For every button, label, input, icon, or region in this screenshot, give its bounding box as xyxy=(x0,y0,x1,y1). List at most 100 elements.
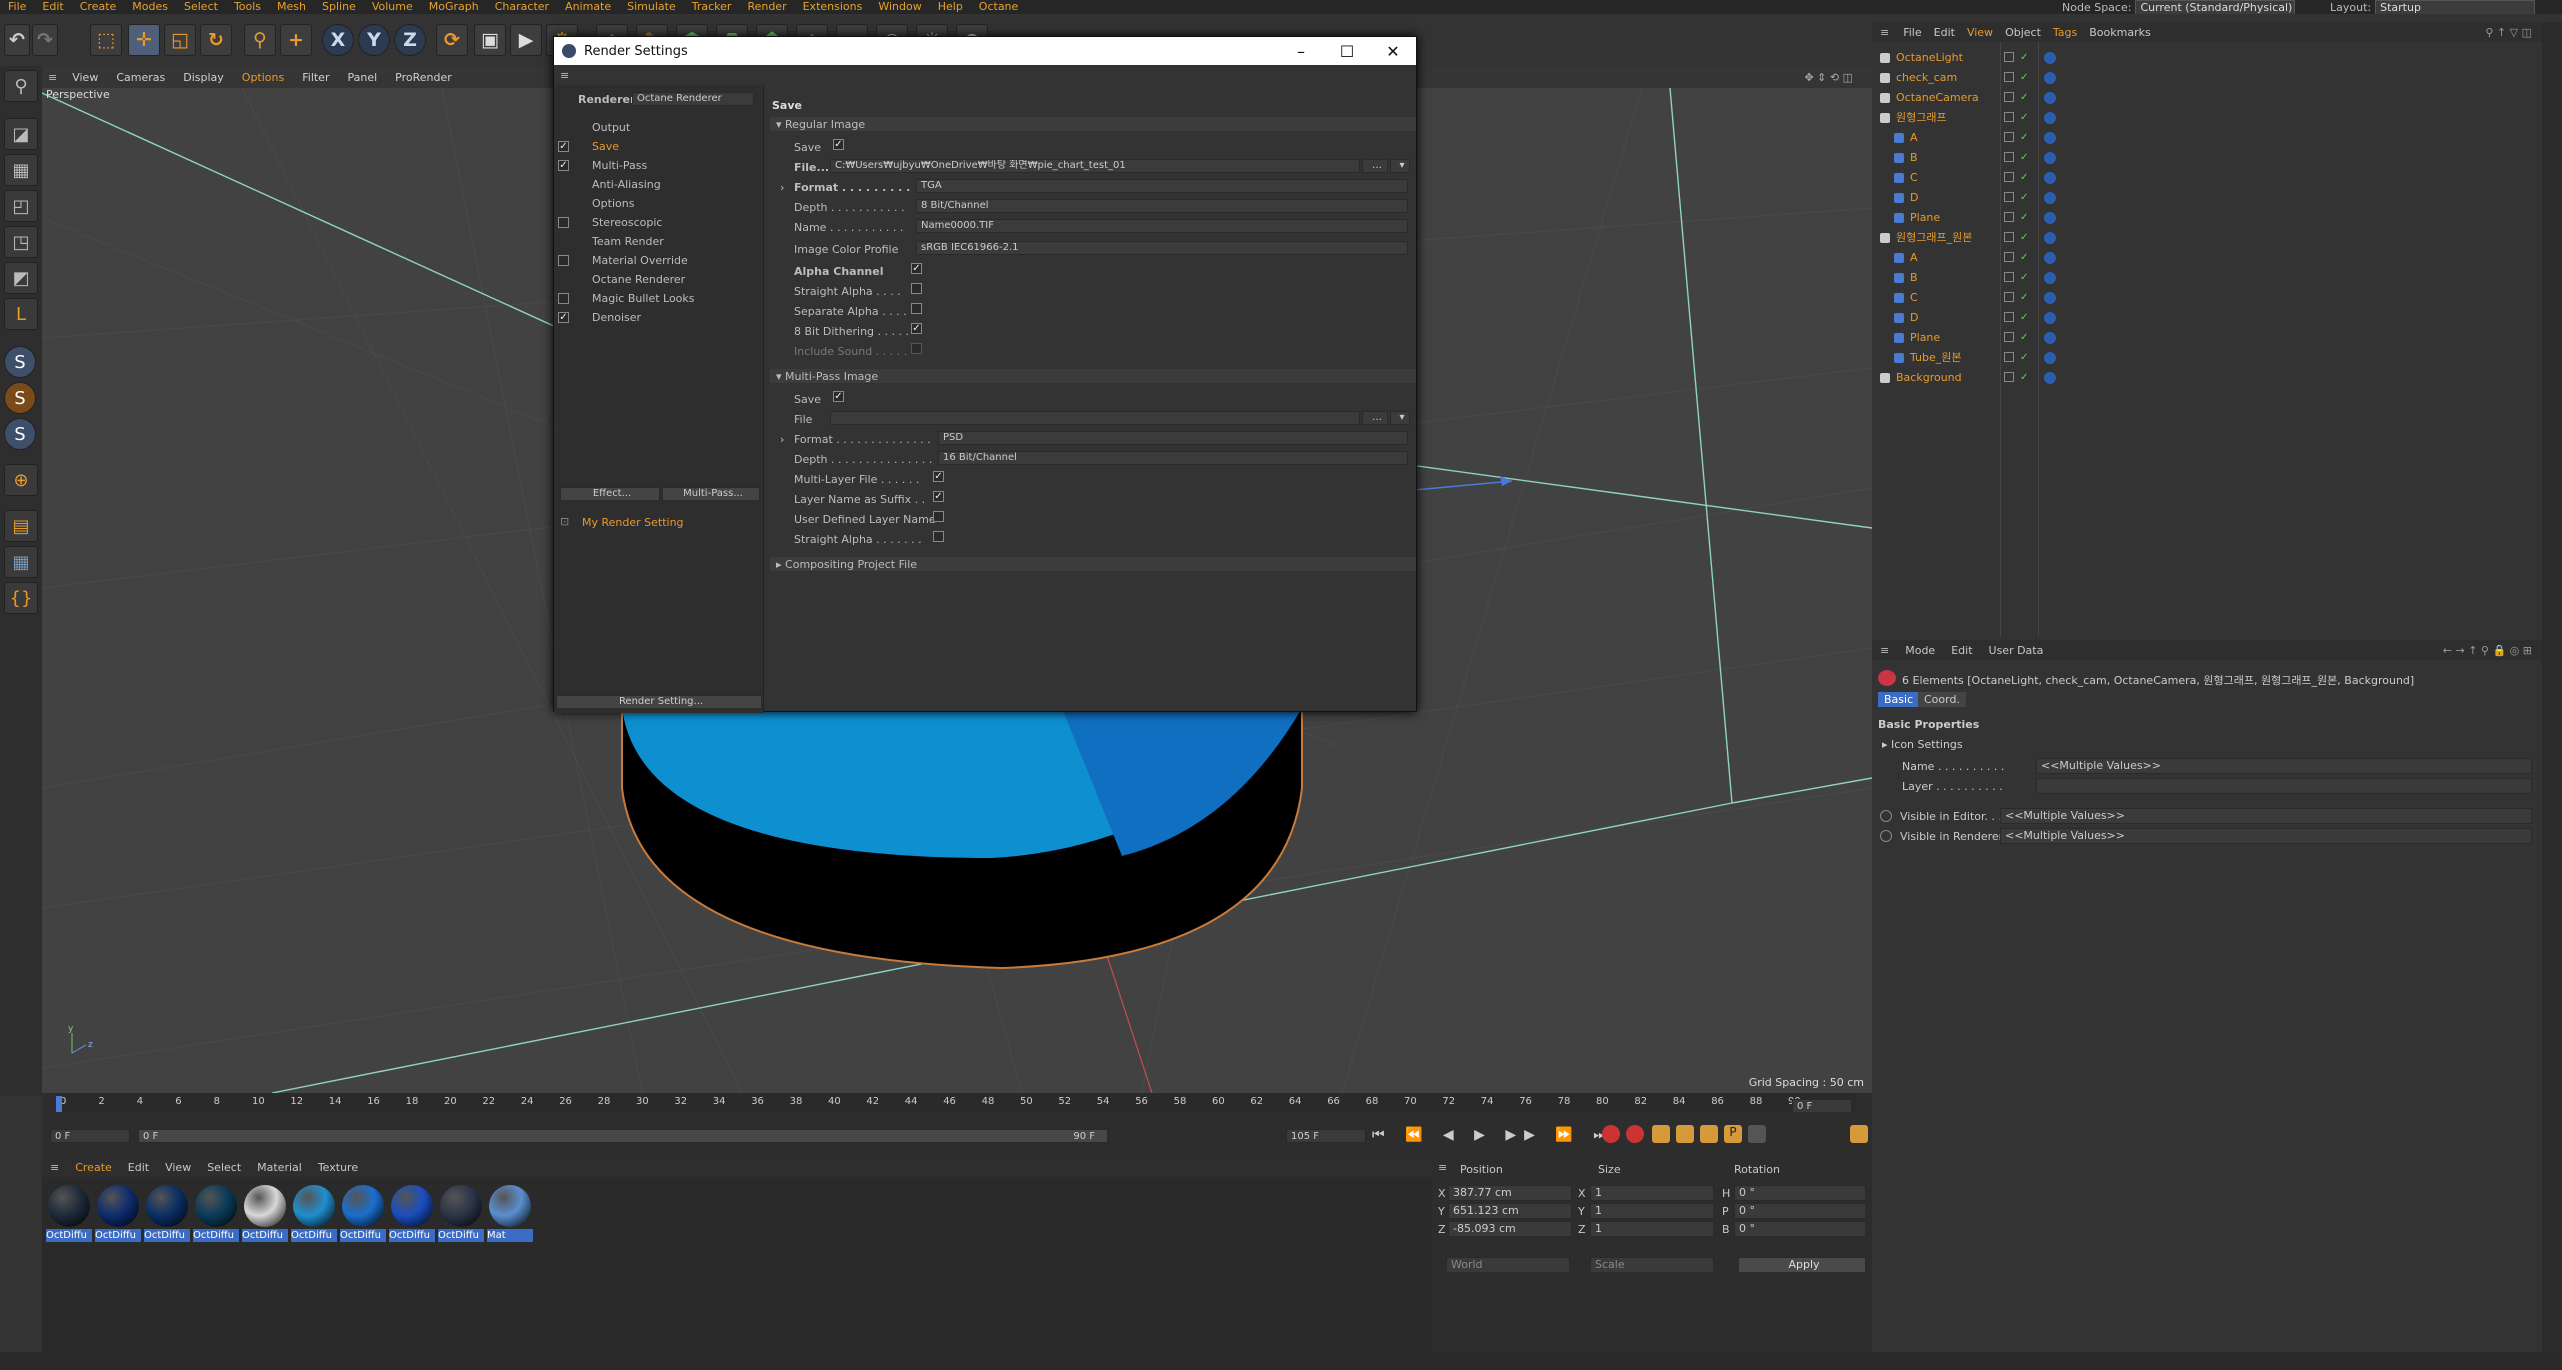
material-menu-edit[interactable]: Edit xyxy=(120,1161,157,1174)
coord-position-field[interactable]: 651.123 cm xyxy=(1448,1203,1572,1219)
viewport-menu-options[interactable]: Options xyxy=(233,71,293,84)
dithering-checkbox[interactable]: ✓ xyxy=(911,323,922,334)
autokey-icon[interactable] xyxy=(1626,1125,1644,1143)
file-dropdown-icon[interactable]: ▾ xyxy=(1390,159,1410,173)
tag-icon[interactable] xyxy=(2044,132,2056,144)
render-picture-icon[interactable]: ▶ xyxy=(510,24,542,56)
right-frame-field[interactable]: 0 F xyxy=(1792,1099,1852,1113)
coord-size-field[interactable]: 1 xyxy=(1590,1185,1714,1201)
material-swatch[interactable]: OctDiffu xyxy=(95,1185,141,1243)
menu-file[interactable]: File xyxy=(0,0,34,14)
material-menu-view[interactable]: View xyxy=(157,1161,199,1174)
live-selection-icon[interactable]: ⬚ xyxy=(90,24,122,56)
menu-spline[interactable]: Spline xyxy=(314,0,364,14)
keyframe-icon[interactable] xyxy=(1652,1125,1670,1143)
timeline-ruler[interactable]: 0 2 4 6 8 10 12 14 16 18 20 22 24 26 28 30 32 34 36 38 40 42 4… xyxy=(56,1093,1856,1113)
viewport-menu-filter[interactable]: Filter xyxy=(293,71,338,84)
viewport-menu-cameras[interactable]: Cameras xyxy=(107,71,174,84)
visibility-icon[interactable]: ✓ xyxy=(2020,168,2028,188)
object-row[interactable]: 원형그래프 ✓ xyxy=(1872,108,2542,128)
menu-create[interactable]: Create xyxy=(72,0,125,14)
tag-icon[interactable] xyxy=(2044,312,2056,324)
points-mode-icon[interactable]: ◰ xyxy=(4,190,38,222)
timeline-playhead[interactable] xyxy=(56,1096,62,1112)
icon-settings-group[interactable]: ▸ Icon Settings xyxy=(1882,738,1963,751)
visibility-icon[interactable]: ✓ xyxy=(2020,128,2028,148)
object-row[interactable]: B ✓ xyxy=(1872,148,2542,168)
rs-nav-item[interactable]: Output xyxy=(592,121,630,134)
rs-nav-item[interactable]: Multi-Pass xyxy=(592,159,647,172)
grid-icon[interactable]: ▤ xyxy=(4,510,38,542)
tag-icon[interactable] xyxy=(2044,192,2056,204)
layer-icon[interactable] xyxy=(2004,292,2014,302)
material-swatch[interactable]: OctDiffu xyxy=(242,1185,288,1243)
tag-icon[interactable] xyxy=(2044,212,2056,224)
viewport-menu-panel[interactable]: Panel xyxy=(338,71,386,84)
move-icon-2[interactable]: + xyxy=(280,24,312,56)
menu-volume[interactable]: Volume xyxy=(364,0,421,14)
menu-render[interactable]: Render xyxy=(739,0,794,14)
menu-character[interactable]: Character xyxy=(487,0,557,14)
viewport-nav-icons[interactable]: ✥ ⇕ ⟲ ◫ xyxy=(1795,71,1862,84)
object-search-icons[interactable]: ⚲ ↑ ▽ ◫ xyxy=(2485,26,2532,39)
preview-range-bar[interactable]: 0 F 90 F xyxy=(138,1129,1108,1143)
attr-menu-mode[interactable]: Mode xyxy=(1897,644,1943,657)
menu-tracker[interactable]: Tracker xyxy=(684,0,740,14)
format-expand-icon[interactable]: › xyxy=(780,181,784,194)
menu-window[interactable]: Window xyxy=(870,0,929,14)
nav-checkbox[interactable]: ✓ xyxy=(558,160,569,171)
material-swatch[interactable]: OctDiffu xyxy=(144,1185,190,1243)
nav-checkbox[interactable] xyxy=(558,255,569,266)
scale-tool-icon[interactable]: ◱ xyxy=(164,24,196,56)
mp-file-browse-button[interactable]: … xyxy=(1362,411,1388,425)
object-row[interactable]: D ✓ xyxy=(1872,188,2542,208)
menu-help[interactable]: Help xyxy=(930,0,971,14)
object-menu-view[interactable]: View xyxy=(1961,26,1999,39)
tag-icon[interactable] xyxy=(2044,232,2056,244)
layer-icon[interactable] xyxy=(2004,212,2014,222)
visibility-icon[interactable]: ✓ xyxy=(2020,228,2028,248)
quantize-icon[interactable]: S xyxy=(4,418,36,450)
tag-icon[interactable] xyxy=(2044,272,2056,284)
dialog-titlebar[interactable]: Render Settings – ☐ ✕ xyxy=(554,37,1416,65)
tag-icon[interactable] xyxy=(2044,72,2056,84)
object-row[interactable]: A ✓ xyxy=(1872,248,2542,268)
multipass-button[interactable]: Multi-Pass... xyxy=(662,487,760,501)
tag-icon[interactable] xyxy=(2044,52,2056,64)
rotate-tool-icon[interactable]: ↻ xyxy=(200,24,232,56)
object-row[interactable]: Plane ✓ xyxy=(1872,328,2542,348)
tag-icon[interactable] xyxy=(2044,292,2056,304)
material-swatch[interactable]: OctDiffu xyxy=(46,1185,92,1243)
viewport-menu-display[interactable]: Display xyxy=(174,71,233,84)
layout-dropdown[interactable]: Startup xyxy=(2375,0,2536,14)
file-path-field[interactable]: C:₩Users₩ujbyu₩OneDrive₩바탕 화면₩pie_chart_… xyxy=(830,159,1360,173)
material-swatch[interactable]: OctDiffu xyxy=(291,1185,337,1243)
layer-icon[interactable] xyxy=(2004,192,2014,202)
coord-size-field[interactable]: 1 xyxy=(1590,1203,1714,1219)
key-scale-icon[interactable] xyxy=(1676,1125,1694,1143)
render-view-icon[interactable]: ▣ xyxy=(474,24,506,56)
rs-nav-item[interactable]: Team Render xyxy=(592,235,664,248)
hamburger-icon[interactable]: ≡ xyxy=(42,1161,67,1174)
menu-extensions[interactable]: Extensions xyxy=(795,0,871,14)
object-row[interactable]: C ✓ xyxy=(1872,168,2542,188)
layer-icon[interactable] xyxy=(2004,132,2014,142)
alpha-channel-checkbox[interactable]: ✓ xyxy=(911,263,922,274)
right-tab-strip[interactable] xyxy=(2542,22,2562,1352)
layer-icon[interactable] xyxy=(2004,372,2014,382)
layer-icon[interactable] xyxy=(2004,332,2014,342)
viewport-menu-prorender[interactable]: ProRender xyxy=(386,71,461,84)
menu-mograph[interactable]: MoGraph xyxy=(421,0,487,14)
nav-checkbox[interactable] xyxy=(558,293,569,304)
parameter-key-icon[interactable]: P xyxy=(1724,1125,1742,1143)
straight-alpha-checkbox[interactable] xyxy=(911,283,922,294)
apply-button[interactable]: Apply xyxy=(1738,1257,1866,1273)
mp-layer-file-checkbox[interactable]: ✓ xyxy=(933,471,944,482)
object-row[interactable]: C ✓ xyxy=(1872,288,2542,308)
object-row[interactable]: OctaneCamera ✓ xyxy=(1872,88,2542,108)
mp-file-field[interactable] xyxy=(830,411,1360,425)
menu-animate[interactable]: Animate xyxy=(557,0,619,14)
rs-nav-item[interactable]: Magic Bullet Looks xyxy=(592,292,695,305)
y-axis-icon[interactable]: Y xyxy=(358,24,390,56)
mp-layer-suffix-checkbox[interactable]: ✓ xyxy=(933,491,944,502)
